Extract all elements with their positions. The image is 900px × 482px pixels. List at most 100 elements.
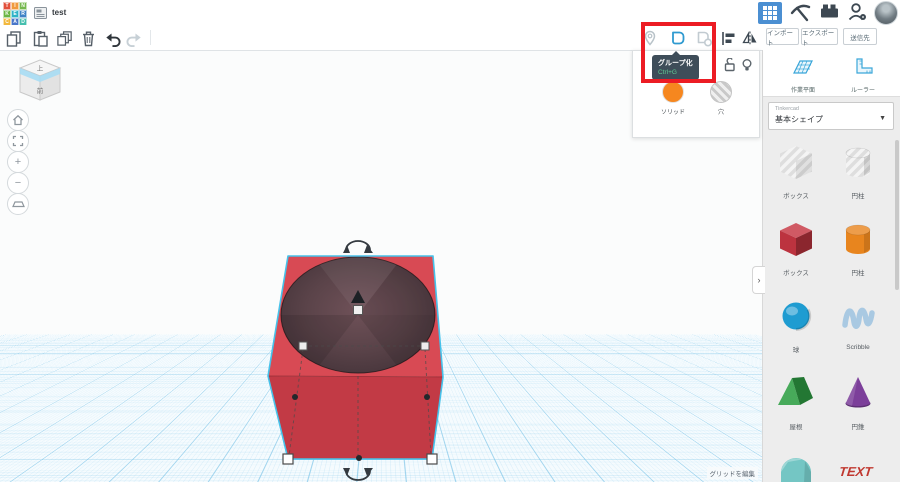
grid-icon — [763, 6, 777, 20]
hole-swatch[interactable] — [710, 81, 732, 103]
highlight-annotation — [641, 22, 716, 83]
home-view-button[interactable] — [7, 109, 29, 131]
svg-text:TEXT: TEXT — [838, 464, 874, 479]
cone-shape-icon — [838, 373, 878, 418]
shape-library: ボックス 円柱 ボックス 円柱 球 Scribble 屋根 円錐 TEXT — [765, 136, 895, 482]
shape-tile-roof[interactable]: 屋根 — [765, 367, 827, 444]
avatar[interactable] — [874, 1, 898, 25]
logo-cell: N — [19, 2, 27, 10]
hole-option[interactable]: 穴 — [696, 81, 746, 116]
fit-view-button[interactable] — [7, 130, 29, 152]
tinkercad-app: TINKERCAD test インポート エクスポート 送信先 上 前 + − … — [0, 0, 900, 482]
paste-icon[interactable] — [31, 29, 49, 47]
shape-tile-halfcyl[interactable] — [765, 444, 827, 482]
perspective-toggle-button[interactable] — [7, 193, 29, 215]
solid-option[interactable]: ソリッド — [648, 81, 698, 116]
logo-cell: E — [11, 10, 19, 18]
delete-icon[interactable] — [79, 29, 97, 47]
workplane-icon — [793, 60, 813, 74]
export-button[interactable]: エクスポート — [801, 28, 838, 47]
shape-label: 円柱 — [851, 270, 865, 277]
scribble-shape-icon — [838, 296, 878, 341]
cylinder-shape-icon — [838, 219, 878, 264]
import-button[interactable]: インポート — [766, 28, 799, 47]
workplane-label: 作業平面 — [790, 88, 815, 94]
rotate-handle-top[interactable] — [343, 240, 373, 253]
sphere-shape-icon — [776, 296, 816, 341]
mid-left-handle[interactable] — [292, 394, 298, 400]
mid-right-handle[interactable] — [424, 394, 430, 400]
zoom-in-button[interactable]: + — [7, 151, 29, 173]
dropdown-value: 基本シェイプ — [775, 115, 823, 124]
shape-category-dropdown[interactable]: Tinkercad 基本シェイプ ▼ — [768, 102, 894, 130]
logo-cell: I — [11, 2, 19, 10]
bottom-right-handle[interactable] — [426, 453, 438, 465]
add-user-icon[interactable] — [847, 0, 867, 27]
halfcyl-shape-icon — [776, 450, 816, 482]
duplicate-icon[interactable] — [56, 29, 74, 47]
unlock-icon[interactable] — [723, 57, 736, 77]
copy-icon[interactable] — [4, 29, 22, 47]
dashboard-grid-button[interactable] — [758, 2, 782, 24]
panel-scrollbar[interactable] — [895, 140, 899, 290]
undo-icon[interactable] — [103, 29, 121, 47]
app-header: TINKERCAD test — [0, 0, 900, 27]
view-cube-front-label: 前 — [37, 86, 44, 95]
view-cube-top-label: 上 — [37, 64, 44, 73]
lightbulb-icon[interactable] — [741, 58, 753, 77]
shape-label: 球 — [792, 347, 800, 354]
align-icon[interactable] — [719, 29, 737, 47]
shape-tile-text3d[interactable]: TEXT — [827, 444, 889, 482]
edit-grid-link[interactable]: グリッドを編集 — [706, 467, 758, 479]
shape-label: 円柱 — [851, 193, 865, 200]
main-toolbar: インポート エクスポート 送信先 — [0, 25, 900, 51]
shape-tile-box[interactable]: ボックス — [765, 136, 827, 213]
logo-cell: R — [19, 10, 27, 18]
solid-swatch[interactable] — [662, 81, 684, 103]
shape-tile-cylinder[interactable]: 円柱 — [827, 213, 889, 290]
shape-tile-box[interactable]: ボックス — [765, 213, 827, 290]
box-front-face[interactable] — [267, 375, 444, 460]
shape-tile-cylinder[interactable]: 円柱 — [827, 136, 889, 213]
design-title[interactable]: test — [52, 8, 66, 17]
logo-cell: T — [3, 2, 11, 10]
design-properties-icon[interactable] — [33, 6, 48, 25]
tinkercad-logo[interactable]: TINKERCAD — [3, 2, 27, 26]
pickaxe-icon[interactable] — [789, 0, 811, 27]
dropdown-brand: Tinkercad — [775, 106, 799, 112]
top-right-handle[interactable] — [420, 341, 430, 351]
logo-cell: K — [3, 10, 11, 18]
workplane-widget[interactable]: 作業平面 — [773, 56, 833, 94]
send-to-button[interactable]: 送信先 — [843, 28, 877, 45]
shape-label: ボックス — [783, 193, 809, 200]
chevron-down-icon: ▼ — [879, 115, 886, 122]
shape-label: 円錐 — [851, 424, 865, 431]
top-left-handle[interactable] — [298, 341, 308, 351]
top-center-handle[interactable] — [353, 305, 363, 315]
shape-label: 屋根 — [789, 424, 803, 431]
cylinder-shape-icon — [838, 142, 878, 187]
shape-tile-sphere[interactable]: 球 — [765, 290, 827, 367]
ruler-widget[interactable]: ルーラー — [833, 56, 893, 94]
brick-icon[interactable] — [818, 0, 840, 27]
bottom-left-handle[interactable] — [282, 453, 294, 465]
redo-icon[interactable] — [126, 29, 144, 47]
text3d-shape-icon: TEXT — [838, 450, 878, 482]
shapes-panel: 作業平面 ルーラー Tinkercad 基本シェイプ ▼ ボックス 円柱 ボック… — [762, 50, 900, 482]
box-shape-icon — [776, 219, 816, 264]
ruler-label: ルーラー — [850, 88, 875, 94]
shape-tile-cone[interactable]: 円錐 — [827, 367, 889, 444]
panel-collapse-tab[interactable]: › — [752, 266, 765, 294]
box-shape-icon — [776, 142, 816, 187]
rotate-handle-bottom[interactable] — [343, 468, 373, 481]
shape-label: ボックス — [783, 270, 809, 277]
bottom-center-handle[interactable] — [356, 455, 362, 461]
roof-shape-icon — [776, 373, 816, 418]
zoom-out-button[interactable]: − — [7, 172, 29, 194]
solid-label: ソリッド — [660, 110, 685, 116]
shape-tile-scribble[interactable]: Scribble — [827, 290, 889, 367]
ruler-icon — [856, 58, 873, 74]
mirror-icon[interactable] — [741, 29, 759, 47]
view-cube[interactable]: 上 前 — [14, 58, 66, 102]
shape-label: Scribble — [846, 344, 870, 351]
